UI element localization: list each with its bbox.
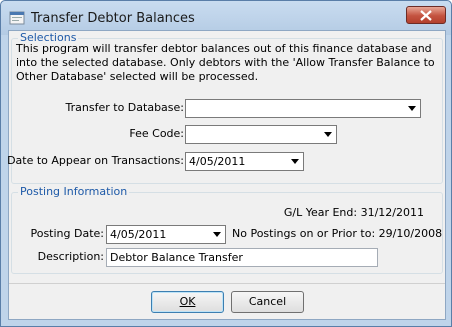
date-to-appear-label: Date to Appear on Transactions: [7,154,184,167]
posting-information-group: Posting Information G/L Year End: 31/12/… [11,185,443,274]
description-value: Debtor Balance Transfer [110,251,243,264]
date-to-appear-value: 4/05/2011 [189,155,246,168]
chevron-down-icon [408,106,416,111]
ok-button[interactable]: OK [151,291,224,313]
posting-information-legend: Posting Information [18,185,130,198]
selections-description: This program will transfer debtor balanc… [16,42,435,83]
cancel-button[interactable]: Cancel [231,291,304,313]
chevron-down-icon [291,159,299,164]
no-postings-note: No Postings on or Prior to: 29/10/2008 [232,227,443,240]
dialog-client-area: Selections This program will transfer de… [7,30,446,320]
fee-code-select[interactable] [185,125,337,144]
date-to-appear-picker[interactable]: 4/05/2011 [185,152,304,171]
gl-year-end-text: G/L Year End: 31/12/2011 [283,206,424,219]
app-icon [9,10,25,26]
selections-group: Selections This program will transfer de… [7,31,443,184]
ok-button-label: OK [179,295,196,308]
close-icon [420,10,432,21]
chevron-down-icon [324,132,332,137]
posting-date-picker[interactable]: 4/05/2011 [106,225,226,244]
description-label: Description: [37,250,104,263]
posting-date-value: 4/05/2011 [110,228,167,241]
dialog-window: Transfer Debtor Balances Selections This… [0,0,452,327]
description-input[interactable]: Debtor Balance Transfer [106,248,378,267]
close-button[interactable] [406,6,446,24]
posting-date-label: Posting Date: [30,227,104,240]
fee-code-label: Fee Code: [129,127,184,140]
transfer-to-database-select[interactable] [185,99,421,118]
chevron-down-icon [213,232,221,237]
transfer-to-database-label: Transfer to Database: [65,101,184,114]
cancel-button-label: Cancel [248,295,287,308]
window-title: Transfer Debtor Balances [31,11,195,26]
button-divider [9,283,445,284]
